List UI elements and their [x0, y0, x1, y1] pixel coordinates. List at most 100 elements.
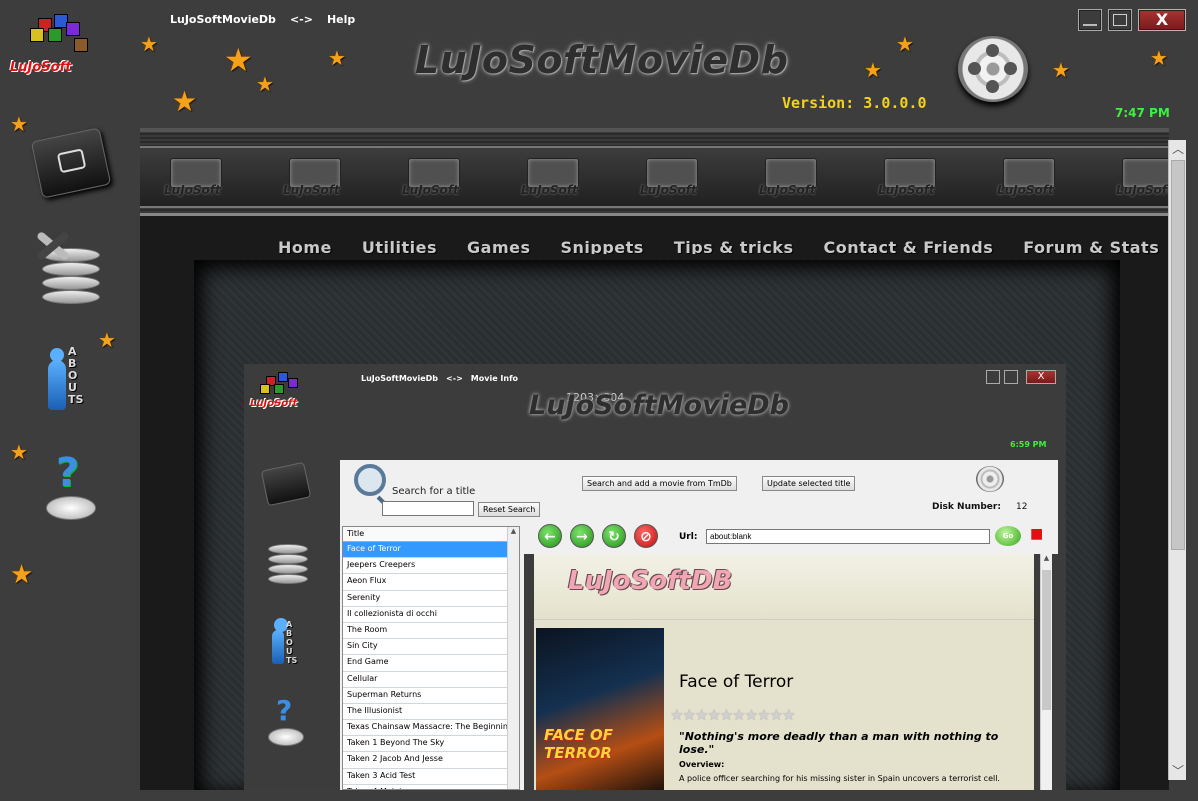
- back-icon[interactable]: ←: [538, 524, 562, 548]
- inner-title: LuJoSoftMovieDb: [529, 390, 789, 421]
- menu-app-name[interactable]: LuJoSoftMovieDb: [170, 13, 276, 26]
- inner-close-button[interactable]: X: [1026, 370, 1056, 384]
- search-icon: [354, 464, 386, 496]
- overview-text: A police officer searching for his missi…: [679, 774, 1000, 783]
- inner-minimize-button[interactable]: [986, 370, 1000, 384]
- star-icon: ★: [10, 440, 28, 464]
- inner-menu-app[interactable]: LuJoSoftMovieDb: [361, 374, 438, 383]
- banner-tile: LuJoSoft: [497, 148, 616, 206]
- go-button[interactable]: Go: [995, 526, 1021, 546]
- scroll-thumb[interactable]: [1042, 570, 1051, 710]
- list-item[interactable]: Taken 1 Beyond The Sky: [343, 736, 507, 753]
- tools-icon[interactable]: [32, 230, 102, 306]
- inner-maximize-button[interactable]: [1004, 370, 1018, 384]
- scroll-down-icon[interactable]: ﹀: [1169, 762, 1187, 780]
- search-label: Search for a title: [392, 486, 476, 497]
- refresh-icon[interactable]: ↻: [602, 524, 626, 548]
- scroll-up-icon[interactable]: ▲: [1041, 554, 1052, 566]
- disk-number-label: Disk Number:: [932, 502, 1001, 512]
- title-list: Title Face of Terror Jeepers Creepers Aeon…: [342, 526, 520, 790]
- star-icon: ★: [1150, 46, 1168, 70]
- version-label: Version: 3.0.0.0: [782, 94, 927, 112]
- banner-tile: LuJoSoft: [378, 148, 497, 206]
- tagline: "Nothing's more deadly than a man with n…: [679, 730, 999, 756]
- about-icon[interactable]: A B O U TS: [264, 618, 312, 670]
- url-input[interactable]: [706, 529, 990, 544]
- banner-tile: LuJoSoft: [259, 148, 378, 206]
- nav-games[interactable]: Games: [467, 238, 530, 257]
- list-item[interactable]: Cellular: [343, 672, 507, 688]
- logo-text: LuJoSoft: [10, 60, 72, 75]
- title-rows: Face of Terror Jeepers Creepers Aeon Flux S…: [343, 542, 519, 789]
- about-icon[interactable]: A B O U TS: [32, 346, 102, 414]
- list-item[interactable]: Taken 3 Acid Test: [343, 769, 507, 785]
- app-screenshot: LuJoSoft LuJoSoftMovieDb <-> Movie Info …: [244, 364, 1066, 790]
- inner-menu-movie-info[interactable]: Movie Info: [471, 374, 518, 383]
- menu-separator: <->: [289, 13, 313, 26]
- list-item[interactable]: Texas Chainsaw Massacre: The Beginning: [343, 720, 507, 737]
- tmdb-search-button[interactable]: Search and add a movie from TmDb: [582, 476, 737, 491]
- star-icon: ★: [10, 112, 28, 136]
- movie-folder-icon[interactable]: [260, 461, 312, 507]
- list-item[interactable]: End Game: [343, 655, 507, 672]
- film-reel-icon: [976, 466, 1004, 492]
- scroll-up-icon[interactable]: ▲: [508, 527, 519, 539]
- movie-title: Face of Terror: [679, 672, 794, 692]
- maximize-button[interactable]: [1108, 9, 1132, 31]
- nav-utilities[interactable]: Utilities: [362, 238, 437, 257]
- nav-snippets[interactable]: Snippets: [561, 238, 644, 257]
- list-header[interactable]: Title: [343, 527, 507, 542]
- nav-tips[interactable]: Tips & tricks: [674, 238, 794, 257]
- inner-logo: LuJoSoft: [248, 370, 314, 420]
- overview-label: Overview:: [679, 760, 725, 769]
- web-page: LuJoSoft LuJoSoft LuJoSoft LuJoSoft LuJo…: [140, 128, 1169, 790]
- list-item[interactable]: The Illusionist: [343, 704, 507, 721]
- list-item[interactable]: Sin City: [343, 639, 507, 656]
- list-scrollbar[interactable]: ▲: [507, 527, 519, 789]
- star-icon: ★: [224, 41, 253, 79]
- menu-help[interactable]: Help: [327, 13, 355, 26]
- forward-icon[interactable]: →: [570, 524, 594, 548]
- banner: LuJoSoft LuJoSoft LuJoSoft LuJoSoft LuJo…: [140, 128, 1169, 216]
- list-item[interactable]: Taken 2 Jacob And Jesse: [343, 752, 507, 769]
- tools-icon[interactable]: [264, 536, 312, 586]
- nav-forum[interactable]: Forum & Stats: [1023, 238, 1159, 257]
- page-scrollbar[interactable]: ︿ ﹀: [1168, 140, 1186, 780]
- reset-search-button[interactable]: Reset Search: [478, 502, 541, 517]
- movie-folder-icon[interactable]: [30, 127, 112, 199]
- list-item[interactable]: Superman Returns: [343, 688, 507, 704]
- list-item[interactable]: Face of Terror: [343, 542, 507, 559]
- list-item[interactable]: Taken 4 Maintenance: [343, 785, 507, 789]
- rating-stars[interactable]: ★★★★★★★★★★: [670, 706, 795, 724]
- banner-tile: LuJoSoft: [616, 148, 735, 206]
- minimize-button[interactable]: [1078, 9, 1102, 31]
- scroll-thumb[interactable]: [1171, 160, 1185, 550]
- list-item[interactable]: The Room: [343, 623, 507, 640]
- logo-cube: [48, 28, 62, 42]
- app-title: LuJoSoftMovieDb: [415, 38, 789, 82]
- star-icon: ★: [256, 72, 274, 96]
- help-icon[interactable]: ?: [264, 694, 308, 748]
- star-icon: ★: [1052, 58, 1070, 82]
- inner-clock: 6:59 PM: [1010, 440, 1047, 449]
- nav-contact[interactable]: Contact & Friends: [823, 238, 993, 257]
- banner-tile: LuJoSoft: [735, 148, 854, 206]
- movie-app: Search for a title Reset Search Search a…: [340, 460, 1058, 790]
- nav-home[interactable]: Home: [278, 238, 332, 257]
- list-item[interactable]: Jeepers Creepers: [343, 558, 507, 575]
- search-input[interactable]: [382, 501, 474, 516]
- star-icon: ★: [140, 32, 158, 56]
- banner-tile: LuJoSoft: [973, 148, 1092, 206]
- help-icon[interactable]: ?: [40, 450, 100, 522]
- list-item[interactable]: Serenity: [343, 591, 507, 607]
- browser-scrollbar[interactable]: ▲: [1040, 554, 1052, 790]
- close-button[interactable]: X: [1138, 9, 1186, 31]
- list-item[interactable]: Aeon Flux: [343, 574, 507, 591]
- banner-tile: LuJoSoft: [1092, 148, 1169, 206]
- list-item[interactable]: Il collezionista di occhi: [343, 607, 507, 623]
- update-title-button[interactable]: Update selected title: [762, 476, 856, 491]
- logo-icon: ■: [1030, 526, 1044, 542]
- stop-icon[interactable]: ⊘: [634, 524, 658, 548]
- logo-cube: [30, 28, 44, 42]
- scroll-up-icon[interactable]: ︿: [1169, 140, 1187, 158]
